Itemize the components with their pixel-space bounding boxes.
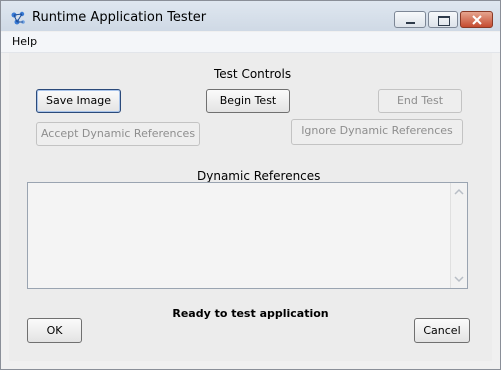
scroll-down-icon[interactable] [454, 274, 464, 284]
begin-test-button[interactable]: Begin Test [206, 89, 290, 113]
ignore-dynamic-references-button[interactable]: Ignore Dynamic References [291, 119, 463, 145]
dynamic-references-heading: Dynamic References [197, 169, 321, 183]
title-bar[interactable]: Runtime Application Tester [1, 1, 500, 31]
accept-dynamic-references-button[interactable]: Accept Dynamic References [36, 122, 200, 146]
maximize-icon [438, 16, 450, 26]
window-title: Runtime Application Tester [32, 10, 207, 25]
minimize-button[interactable] [394, 11, 426, 28]
vertical-scrollbar[interactable] [450, 183, 467, 288]
close-icon [472, 15, 482, 25]
app-window: Runtime Application Tester Help Test Con… [0, 0, 501, 370]
cancel-button[interactable]: Cancel [414, 318, 470, 343]
test-controls-heading: Test Controls [214, 67, 292, 81]
minimize-icon [406, 22, 415, 24]
scroll-up-icon[interactable] [454, 187, 464, 197]
close-button[interactable] [460, 11, 493, 28]
network-nodes-icon [11, 11, 25, 25]
menu-item-help[interactable]: Help [12, 35, 37, 48]
end-test-button[interactable]: End Test [378, 89, 462, 113]
menu-bar: Help [1, 32, 500, 53]
dynamic-references-list[interactable] [27, 182, 468, 289]
ok-button[interactable]: OK [27, 318, 82, 343]
maximize-button[interactable] [428, 11, 458, 28]
save-image-button[interactable]: Save Image [36, 89, 121, 113]
